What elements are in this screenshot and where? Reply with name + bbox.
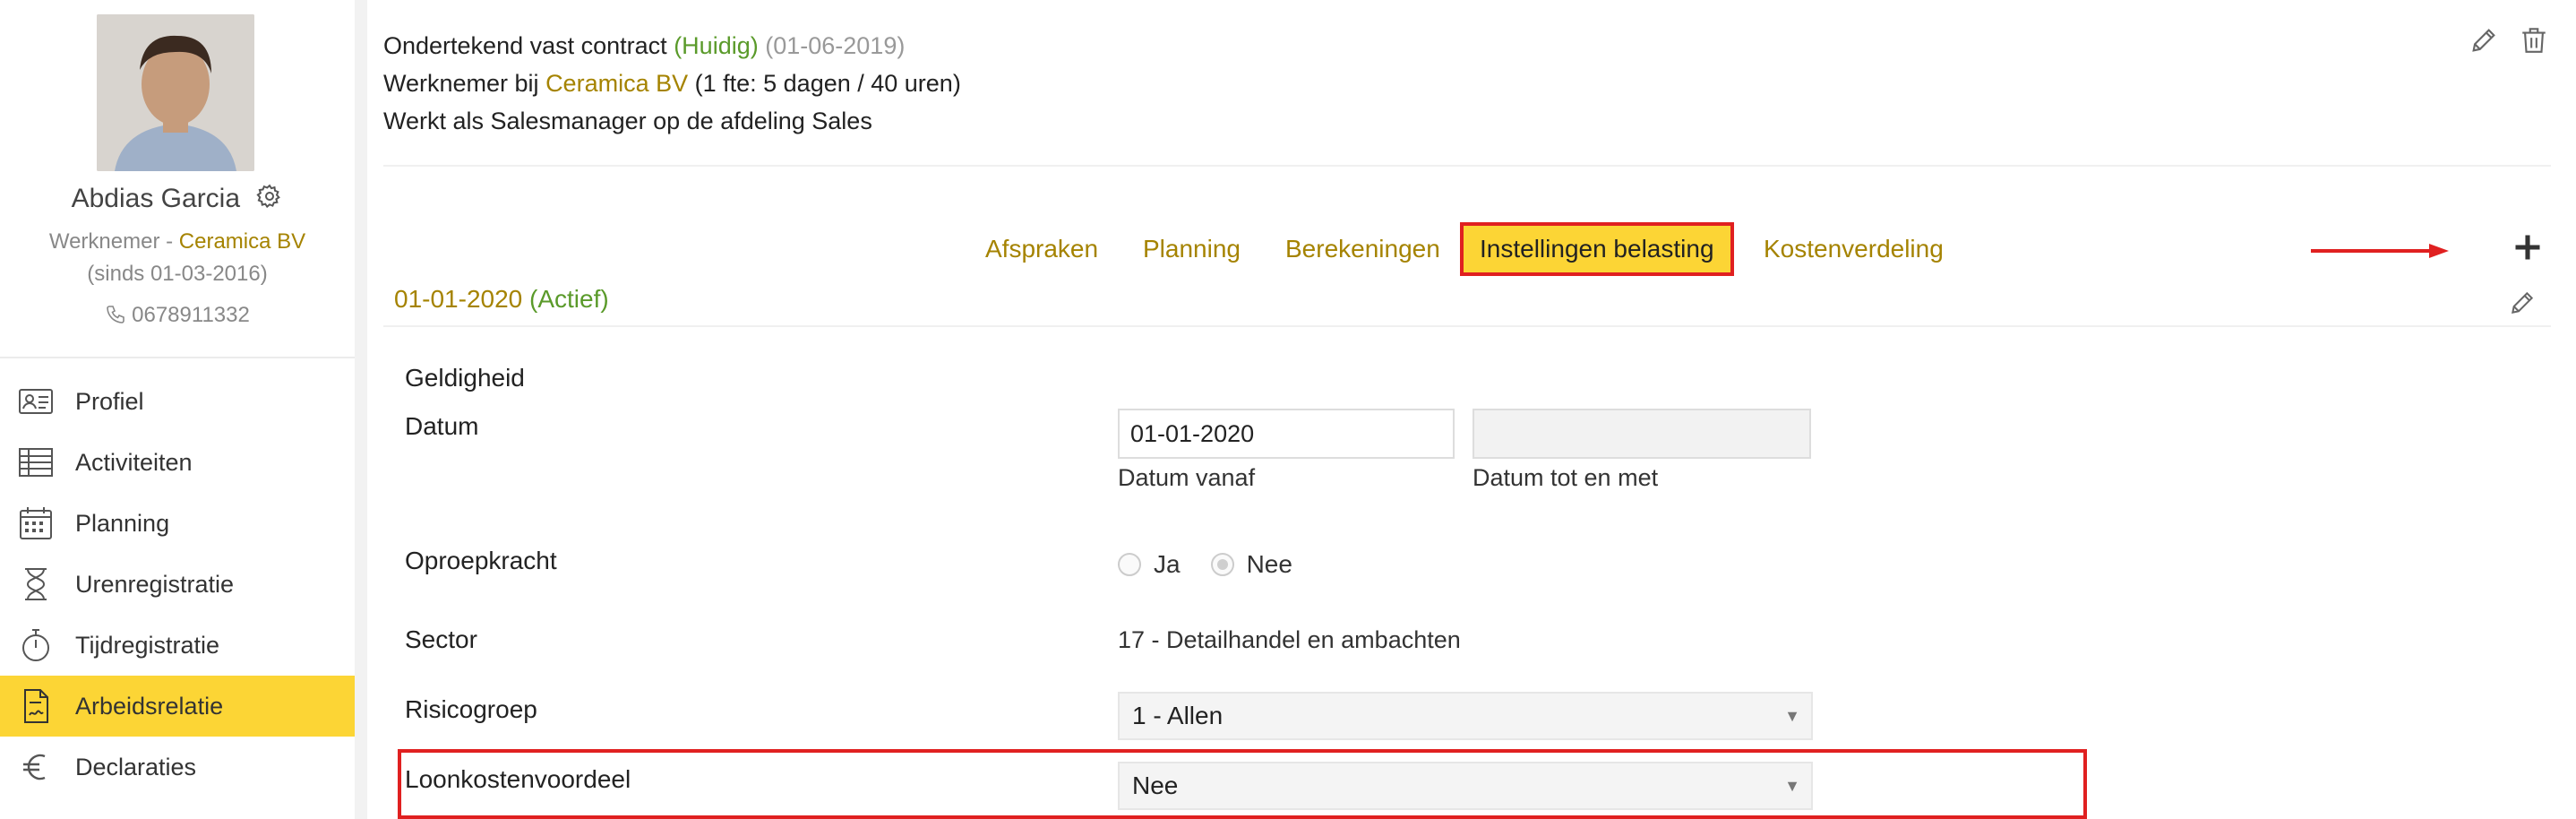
sidebar-item-label: Activiteiten	[75, 448, 193, 476]
sidebar-item-profiel[interactable]: Profiel	[0, 371, 355, 432]
phone-number: 0678911332	[132, 303, 250, 327]
loon-label: Loonkostenvoordeel	[405, 765, 631, 793]
sidebar-item-label: Declaraties	[75, 753, 197, 780]
sidebar-item-declaraties[interactable]: Declaraties	[0, 737, 355, 797]
tab-berekeningen[interactable]: Berekeningen	[1285, 222, 1440, 276]
contract-date: (01-06-2019)	[765, 32, 906, 59]
sidebar-item-label: Urenregistratie	[75, 570, 235, 598]
main-content: Ondertekend vast contract (Huidig) (01-0…	[367, 0, 2576, 819]
radio-nee[interactable]	[1210, 553, 1234, 576]
trash-icon[interactable]	[2519, 25, 2549, 60]
user-name-row: Abdias Garcia	[0, 183, 355, 214]
tab-kostenverdeling[interactable]: Kostenverdeling	[1764, 222, 1944, 276]
sidebar-item-label: Planning	[75, 509, 170, 537]
radio-ja[interactable]	[1118, 553, 1141, 576]
stopwatch-icon	[16, 627, 56, 663]
oproep-label: Oproepkracht	[405, 547, 557, 574]
table-icon	[16, 444, 56, 480]
user-since: (sinds 01-03-2016)	[87, 262, 268, 286]
user-role: Werknemer - Ceramica BV	[0, 229, 355, 254]
radio-selected-dot	[1216, 559, 1228, 570]
period-date: 01-01-2020	[394, 285, 523, 313]
sector-label: Sector	[405, 625, 477, 653]
sector-value: 17 - Detailhandel en ambachten	[1118, 626, 1461, 653]
datum-from-input[interactable]: 01-01-2020	[1118, 409, 1455, 459]
contract-title-line: Ondertekend vast contract (Huidig) (01-0…	[383, 27, 961, 65]
employee-prefix: Werknemer bij	[383, 70, 546, 97]
radio-nee-label: Nee	[1246, 550, 1292, 578]
sidebar-nav: Profiel Activiteiten Planning Urenregist…	[0, 371, 355, 797]
datum-label: Datum	[405, 412, 479, 440]
risico-select-value: 1 - Allen	[1132, 702, 1224, 729]
phone-icon	[107, 306, 125, 323]
add-icon[interactable]	[2512, 231, 2544, 263]
user-name: Abdias Garcia	[71, 184, 241, 213]
contract-icon	[16, 688, 56, 724]
loon-select[interactable]: Nee ▼	[1118, 762, 1813, 810]
sidebar-item-arbeidsrelatie[interactable]: Arbeidsrelatie	[0, 676, 355, 737]
gear-icon[interactable]	[256, 183, 283, 210]
tab-bar: Afspraken Planning Berekeningen Instelli…	[367, 222, 2576, 276]
oproep-radio-group: Ja Nee	[1118, 550, 1292, 579]
sidebar-item-activiteiten[interactable]: Activiteiten	[0, 432, 355, 493]
id-card-icon	[16, 384, 56, 419]
contract-summary: Ondertekend vast contract (Huidig) (01-0…	[383, 27, 961, 140]
period-header: 01-01-2020 (Actief)	[394, 285, 609, 314]
tab-planning[interactable]: Planning	[1143, 222, 1241, 276]
hourglass-icon	[16, 566, 56, 602]
sidebar: Abdias Garcia Werknemer - Ceramica BV (s…	[0, 0, 355, 819]
employer-link[interactable]: Ceramica BV	[545, 70, 688, 97]
pencil-icon[interactable]	[2469, 25, 2499, 60]
radio-ja-label: Ja	[1154, 550, 1181, 578]
risico-label: Risicogroep	[405, 695, 537, 723]
contract-fte: (1 fte: 5 dagen / 40 uren)	[688, 70, 961, 97]
contract-title: Ondertekend vast contract	[383, 32, 667, 59]
datum-from-help: Datum vanaf	[1118, 464, 1256, 491]
datum-to-input[interactable]	[1473, 409, 1811, 459]
calendar-icon	[16, 505, 56, 541]
role-prefix: Werknemer -	[48, 229, 179, 254]
sidebar-item-label: Profiel	[75, 387, 144, 415]
annotation-arrow	[2311, 244, 2449, 258]
pencil-icon[interactable]	[2508, 289, 2537, 317]
loon-select-value: Nee	[1132, 772, 1179, 799]
risico-select[interactable]: 1 - Allen ▼	[1118, 692, 1813, 740]
tab-afspraken[interactable]: Afspraken	[985, 222, 1098, 276]
caret-down-icon: ▼	[1784, 777, 1800, 795]
contract-status: (Huidig)	[674, 32, 759, 59]
datum-to-help: Datum tot en met	[1473, 464, 1659, 491]
tab-instellingen-belasting[interactable]: Instellingen belasting	[1460, 222, 1734, 276]
sidebar-item-planning[interactable]: Planning	[0, 493, 355, 554]
euro-icon	[16, 749, 56, 785]
user-phone: 0678911332	[0, 303, 355, 328]
contract-employer-line: Werknemer bij Ceramica BV (1 fte: 5 dage…	[383, 65, 961, 102]
caret-down-icon: ▼	[1784, 707, 1800, 725]
sidebar-item-label: Arbeidsrelatie	[75, 692, 224, 720]
avatar	[97, 14, 254, 171]
sidebar-item-urenregistratie[interactable]: Urenregistratie	[0, 554, 355, 615]
divider	[383, 165, 2551, 167]
sidebar-divider	[0, 357, 355, 358]
period-status: (Actief)	[529, 285, 609, 313]
sidebar-item-label: Tijdregistratie	[75, 631, 220, 659]
company-link[interactable]: Ceramica BV	[179, 229, 305, 254]
section-title: Geldigheid	[405, 364, 525, 392]
sidebar-item-tijdregistratie[interactable]: Tijdregistratie	[0, 615, 355, 676]
divider	[383, 325, 2551, 327]
contract-function: Werkt als Salesmanager op de afdeling Sa…	[383, 108, 872, 134]
contract-actions	[2469, 25, 2549, 60]
